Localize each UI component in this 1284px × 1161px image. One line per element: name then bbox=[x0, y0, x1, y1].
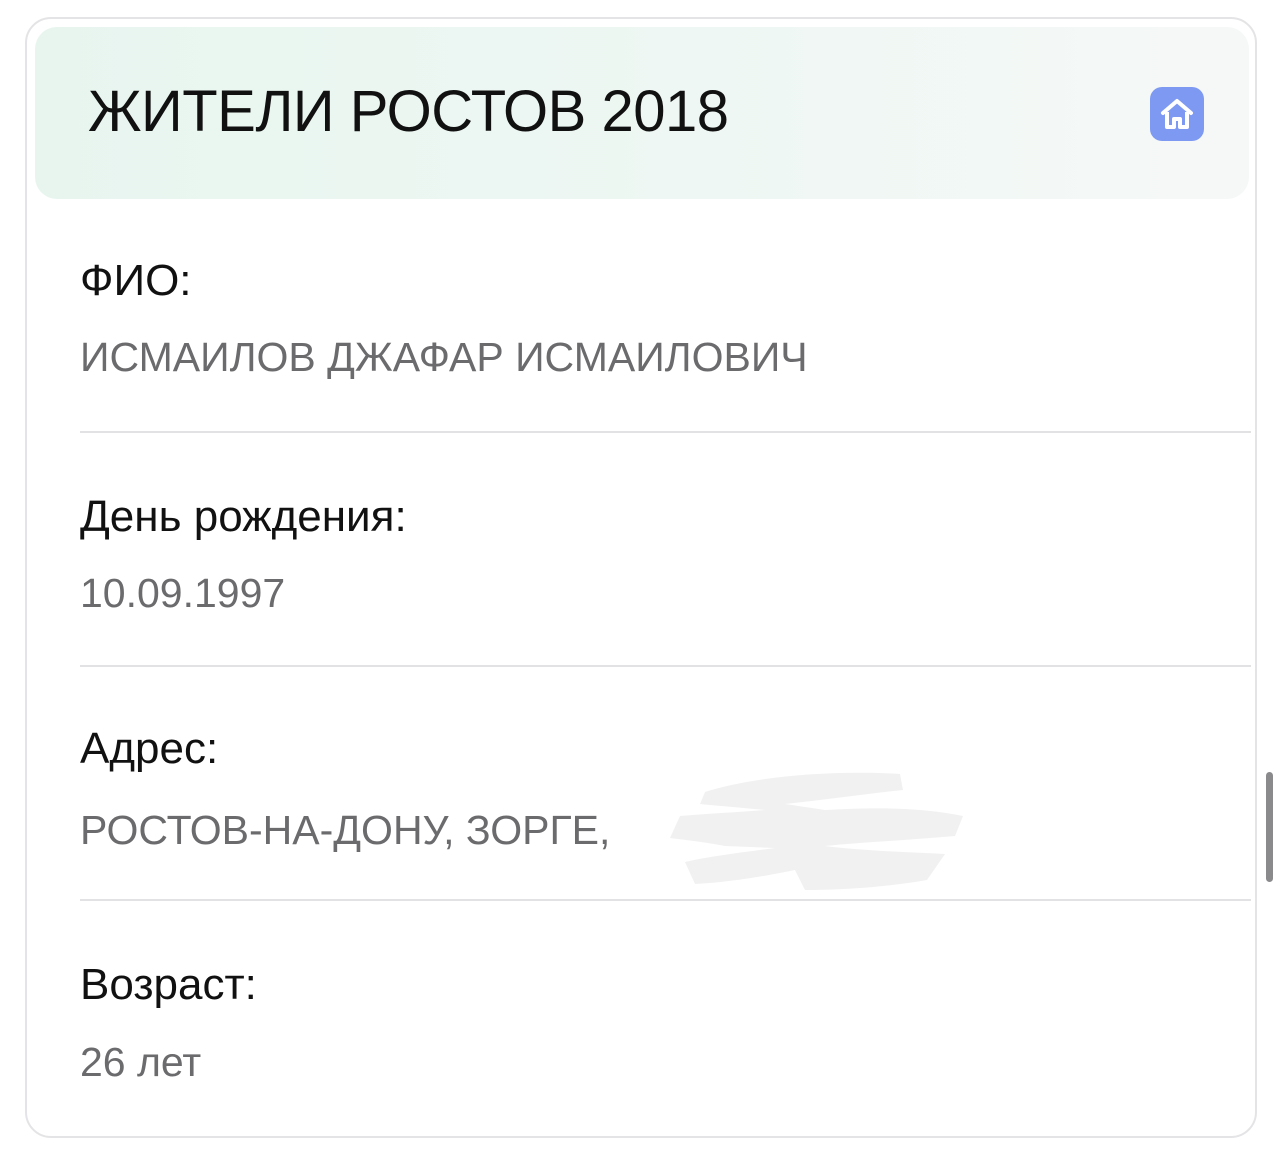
redaction-mark bbox=[670, 772, 963, 890]
field-label: День рождения: bbox=[80, 492, 407, 541]
field-value: 10.09.1997 bbox=[80, 570, 286, 616]
divider bbox=[80, 665, 1251, 667]
field-value: ИСМАИЛОВ ДЖАФАР ИСМАИЛОВИЧ bbox=[80, 334, 808, 380]
scrollbar-thumb[interactable] bbox=[1266, 772, 1273, 882]
home-icon bbox=[1161, 99, 1193, 129]
home-button[interactable] bbox=[1150, 87, 1204, 141]
record-card: ЖИТЕЛИ РОСТОВ 2018 ФИО: ИСМАИЛОВ ДЖАФАР … bbox=[25, 17, 1257, 1138]
divider bbox=[80, 431, 1251, 433]
field-label: Адрес: bbox=[80, 724, 219, 773]
page-title: ЖИТЕЛИ РОСТОВ 2018 bbox=[88, 79, 729, 144]
divider bbox=[80, 899, 1251, 901]
field-label: Возраст: bbox=[80, 960, 257, 1009]
card-header: ЖИТЕЛИ РОСТОВ 2018 bbox=[35, 27, 1249, 199]
field-value: 26 лет bbox=[80, 1039, 202, 1085]
field-label: ФИО: bbox=[80, 256, 192, 305]
field-value: РОСТОВ-НА-ДОНУ, ЗОРГЕ, bbox=[80, 807, 611, 853]
